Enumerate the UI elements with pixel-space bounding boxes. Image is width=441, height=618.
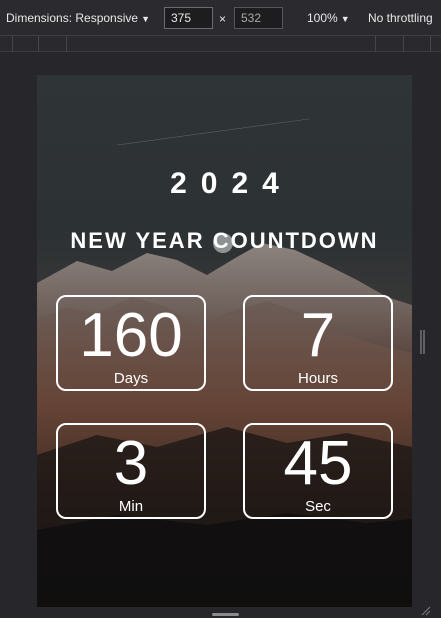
ruler-tick: [375, 36, 376, 52]
height-input[interactable]: 532: [234, 7, 283, 29]
ruler-tick: [38, 36, 39, 52]
width-input[interactable]: 375: [164, 7, 213, 29]
media-query-ruler[interactable]: [0, 36, 441, 52]
year-title: 2024: [170, 167, 293, 200]
hours-box: 7 Hours: [243, 295, 393, 391]
seconds-box: 45 Sec: [243, 423, 393, 519]
caret-down-icon: ▼: [141, 14, 150, 24]
days-value: 160: [79, 301, 183, 370]
seconds-label: Sec: [305, 498, 331, 515]
times-separator: ×: [219, 12, 227, 26]
resize-handle-bottom-icon[interactable]: [212, 613, 239, 616]
resize-corner-icon[interactable]: [421, 606, 431, 616]
days-box: 160 Days: [56, 295, 206, 391]
device-toolbar: Dimensions: Responsive ▼ 375 × 532 100% ▼ …: [0, 0, 441, 36]
caret-down-icon: ▼: [340, 14, 350, 24]
hours-value: 7: [300, 301, 336, 370]
minutes-label: Min: [118, 498, 144, 515]
countdown-page: 2024 NEW YEAR COUNTDOWN 160 Days 7 Hours…: [37, 75, 412, 607]
seconds-value: 45: [283, 429, 353, 498]
dimensions-label: Dimensions: Responsive: [6, 11, 139, 25]
minutes-box: 3 Min: [56, 423, 206, 519]
page-headline: NEW YEAR COUNTDOWN: [70, 228, 379, 253]
ruler-tick: [12, 36, 13, 52]
ruler-tick: [403, 36, 404, 52]
zoom-dropdown[interactable]: 100% ▼: [307, 11, 350, 25]
emulated-viewport: 2024 NEW YEAR COUNTDOWN 160 Days 7 Hours…: [37, 75, 412, 607]
throttling-dropdown[interactable]: No throttling: [368, 11, 433, 25]
ruler-tick: [66, 36, 67, 52]
ruler-tick: [430, 36, 431, 52]
minutes-value: 3: [113, 429, 149, 498]
hours-label: Hours: [297, 370, 338, 387]
resize-handle-right-icon[interactable]: [420, 330, 425, 354]
days-label: Days: [113, 370, 149, 387]
dimensions-dropdown[interactable]: Dimensions: Responsive ▼: [6, 11, 150, 25]
zoom-label: 100%: [307, 11, 338, 25]
